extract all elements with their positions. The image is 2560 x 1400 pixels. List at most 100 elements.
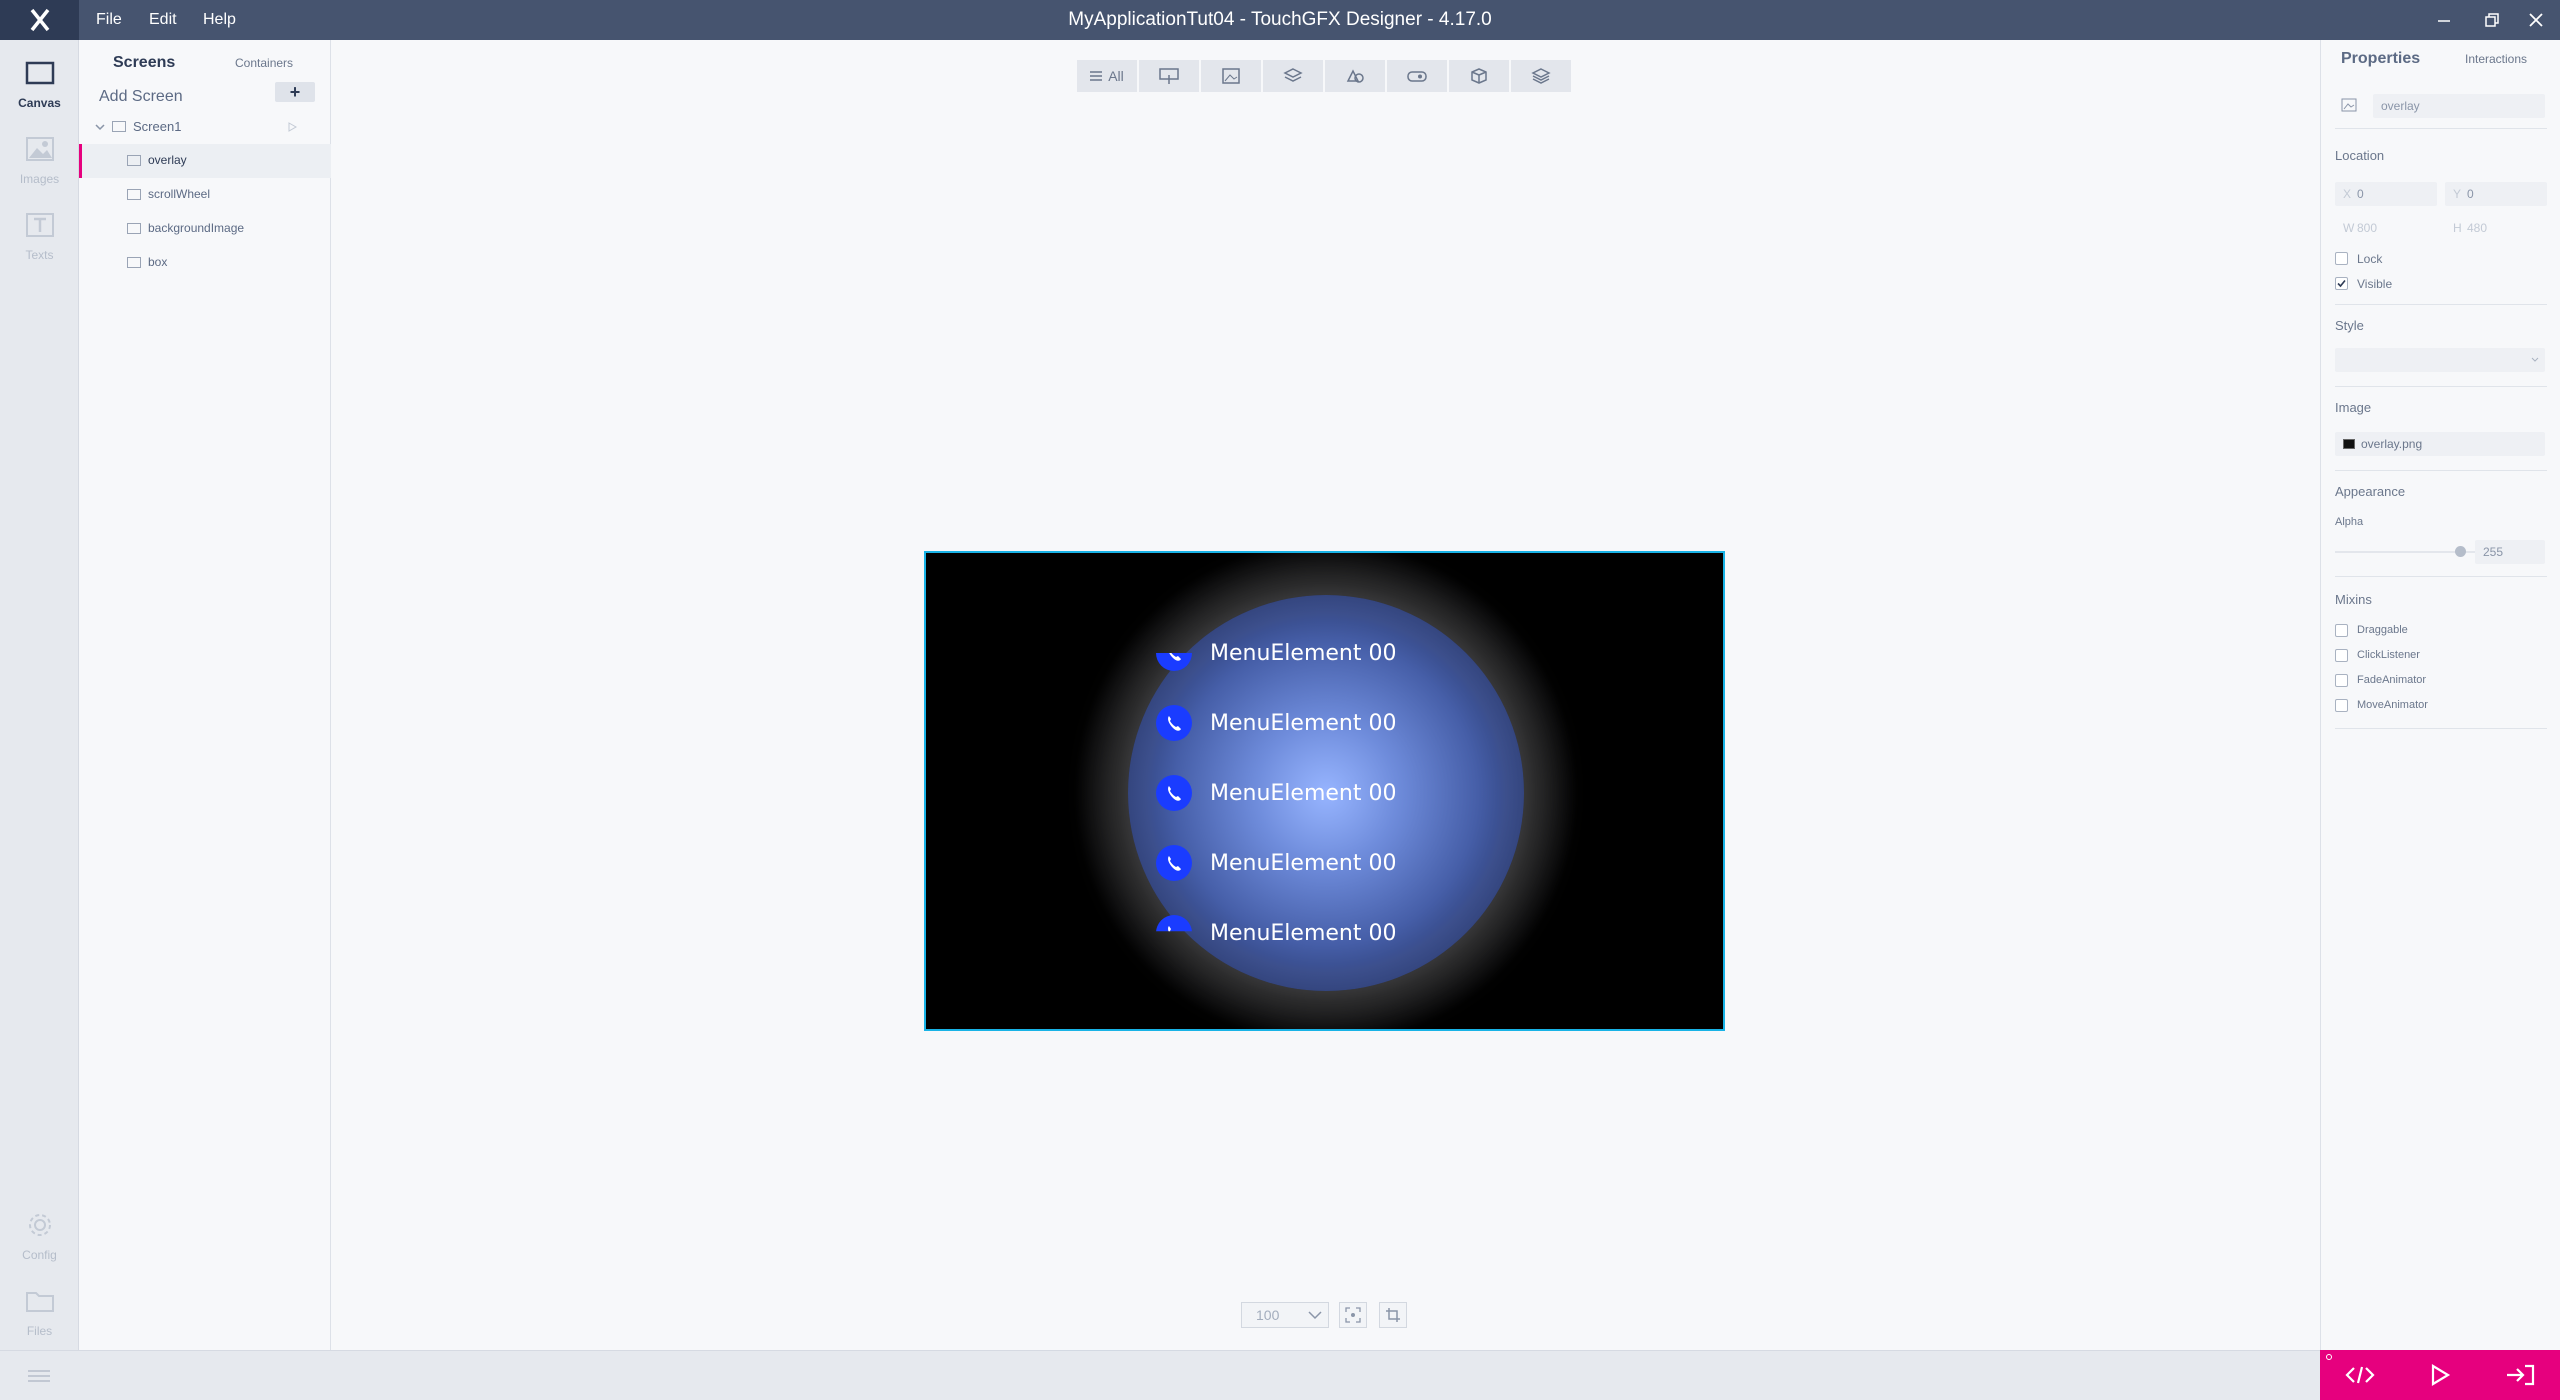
- zoom-select[interactable]: 100: [1241, 1302, 1329, 1328]
- tab-containers[interactable]: Containers: [235, 48, 293, 78]
- screens-panel: Screens Containers Add Screen + Screen1 …: [79, 40, 331, 1350]
- image-value: overlay.png: [2361, 437, 2423, 451]
- filter-all-button[interactable]: All: [1077, 60, 1137, 92]
- image-widgets-button[interactable]: [1201, 60, 1261, 92]
- generate-code-button[interactable]: [2320, 1350, 2400, 1400]
- chevron-down-icon[interactable]: [95, 122, 105, 132]
- menu-element[interactable]: MenuElement 00: [1156, 633, 1456, 673]
- tab-properties[interactable]: Properties: [2341, 50, 2420, 68]
- shapes-icon: [1346, 69, 1364, 83]
- interaction-icon: [1159, 68, 1179, 84]
- canvas-icon: [25, 61, 55, 85]
- moveanimator-checkbox[interactable]: [2335, 699, 2348, 712]
- menu-element[interactable]: MenuElement 00: [1156, 913, 1456, 953]
- rail-images[interactable]: Images: [0, 124, 79, 196]
- widget-name-field[interactable]: overlay: [2373, 94, 2545, 118]
- images-icon: [26, 137, 54, 161]
- close-button[interactable]: [2516, 0, 2556, 40]
- moveanimator-label: MoveAnimator: [2357, 699, 2428, 711]
- tab-screens[interactable]: Screens: [113, 48, 175, 78]
- menu-element[interactable]: MenuElement 00: [1156, 843, 1456, 883]
- minimize-button[interactable]: [2424, 0, 2464, 40]
- x-field[interactable]: X0: [2335, 182, 2437, 206]
- add-screen-button[interactable]: +: [275, 82, 315, 102]
- container-icon: [1283, 68, 1303, 82]
- w-label: W: [2343, 221, 2355, 235]
- shapes-widgets-button[interactable]: [1325, 60, 1385, 92]
- tree-widget-label: overlay: [148, 153, 187, 167]
- phone-icon: [1156, 915, 1192, 932]
- h-label: H: [2453, 221, 2462, 235]
- location-heading: Location: [2335, 148, 2385, 163]
- bottom-bar: [0, 1350, 2320, 1400]
- clicklistener-checkbox[interactable]: [2335, 649, 2348, 662]
- divider: [2335, 128, 2547, 129]
- menu-edit[interactable]: Edit: [149, 0, 177, 40]
- touchgfx-logo[interactable]: [0, 0, 79, 40]
- menu-element-text: MenuElement 00: [1210, 921, 1397, 946]
- menu-element[interactable]: MenuElement 00: [1156, 703, 1456, 743]
- 3d-icon: [1471, 68, 1487, 84]
- menu-lines-icon[interactable]: [28, 1369, 50, 1383]
- run-simulator-button[interactable]: [2400, 1350, 2480, 1400]
- texts-icon: [26, 213, 54, 237]
- tree-widget-scrollwheel[interactable]: scrollWheel: [79, 178, 331, 212]
- gear-icon: [29, 1214, 51, 1236]
- alpha-field[interactable]: 255: [2475, 540, 2545, 564]
- container-widgets-button[interactable]: [1263, 60, 1323, 92]
- lock-checkbox[interactable]: [2335, 252, 2348, 265]
- rail-canvas[interactable]: Canvas: [0, 48, 79, 120]
- interaction-widgets-button[interactable]: [1139, 60, 1199, 92]
- tab-interactions[interactable]: Interactions: [2465, 52, 2527, 66]
- divider: [2335, 470, 2547, 471]
- alpha-slider-track[interactable]: [2335, 551, 2475, 553]
- y-field[interactable]: Y0: [2445, 182, 2547, 206]
- h-field: H 480: [2445, 216, 2547, 240]
- 3d-widgets-button[interactable]: [1449, 60, 1509, 92]
- crop-button[interactable]: [1379, 1302, 1407, 1328]
- draggable-checkbox[interactable]: [2335, 624, 2348, 637]
- rail-files-label: Files: [26, 1324, 53, 1338]
- fadeanimator-label: FadeAnimator: [2357, 674, 2427, 686]
- alpha-label: Alpha: [2335, 516, 2364, 528]
- tree-widget-box[interactable]: box: [79, 246, 331, 280]
- fit-icon: [1345, 1307, 1361, 1323]
- draggable-label: Draggable: [2357, 624, 2408, 636]
- menu-element[interactable]: MenuElement 00: [1156, 773, 1456, 813]
- image-select[interactable]: overlay.png: [2335, 432, 2545, 456]
- play-screen-icon[interactable]: [287, 122, 297, 132]
- rail-texts[interactable]: Texts: [0, 200, 79, 272]
- run-target-button[interactable]: [2480, 1350, 2560, 1400]
- style-select[interactable]: [2335, 348, 2545, 372]
- box-widget-icon: [127, 257, 141, 268]
- rail-images-label: Images: [19, 172, 60, 186]
- button-widgets-button[interactable]: [1387, 60, 1447, 92]
- tree-widget-overlay[interactable]: overlay: [79, 144, 331, 178]
- visible-checkbox[interactable]: [2335, 277, 2348, 290]
- menu-help[interactable]: Help: [203, 0, 236, 40]
- rail-files[interactable]: Files: [0, 1276, 79, 1348]
- tree-widget-label: scrollWheel: [148, 187, 211, 201]
- layers-icon: [1531, 68, 1551, 84]
- image-heading: Image: [2335, 400, 2372, 415]
- tree-screen1[interactable]: Screen1: [79, 110, 331, 144]
- run-target-icon: [2507, 1364, 2535, 1386]
- crop-icon: [1386, 1308, 1400, 1322]
- phone-icon: [1156, 705, 1192, 741]
- fit-to-screen-button[interactable]: [1339, 1302, 1367, 1328]
- lock-label: Lock: [2357, 252, 2383, 266]
- menu-file[interactable]: File: [96, 0, 122, 40]
- y-label: Y: [2453, 187, 2462, 201]
- alpha-slider-handle[interactable]: [2455, 546, 2466, 557]
- rail-config[interactable]: Config: [0, 1200, 79, 1272]
- x-value: 0: [2357, 187, 2364, 201]
- widget-toolbar: All: [1077, 60, 1571, 92]
- tree-widget-label: box: [148, 255, 168, 269]
- style-heading: Style: [2335, 318, 2364, 333]
- tree-widget-backgroundimage[interactable]: backgroundImage: [79, 212, 331, 246]
- restore-button[interactable]: [2472, 0, 2512, 40]
- screen-canvas[interactable]: MenuElement 00 MenuElement 00 MenuElemen…: [924, 551, 1725, 1031]
- fadeanimator-checkbox[interactable]: [2335, 674, 2348, 687]
- screen-icon: [112, 121, 126, 132]
- layers-widgets-button[interactable]: [1511, 60, 1571, 92]
